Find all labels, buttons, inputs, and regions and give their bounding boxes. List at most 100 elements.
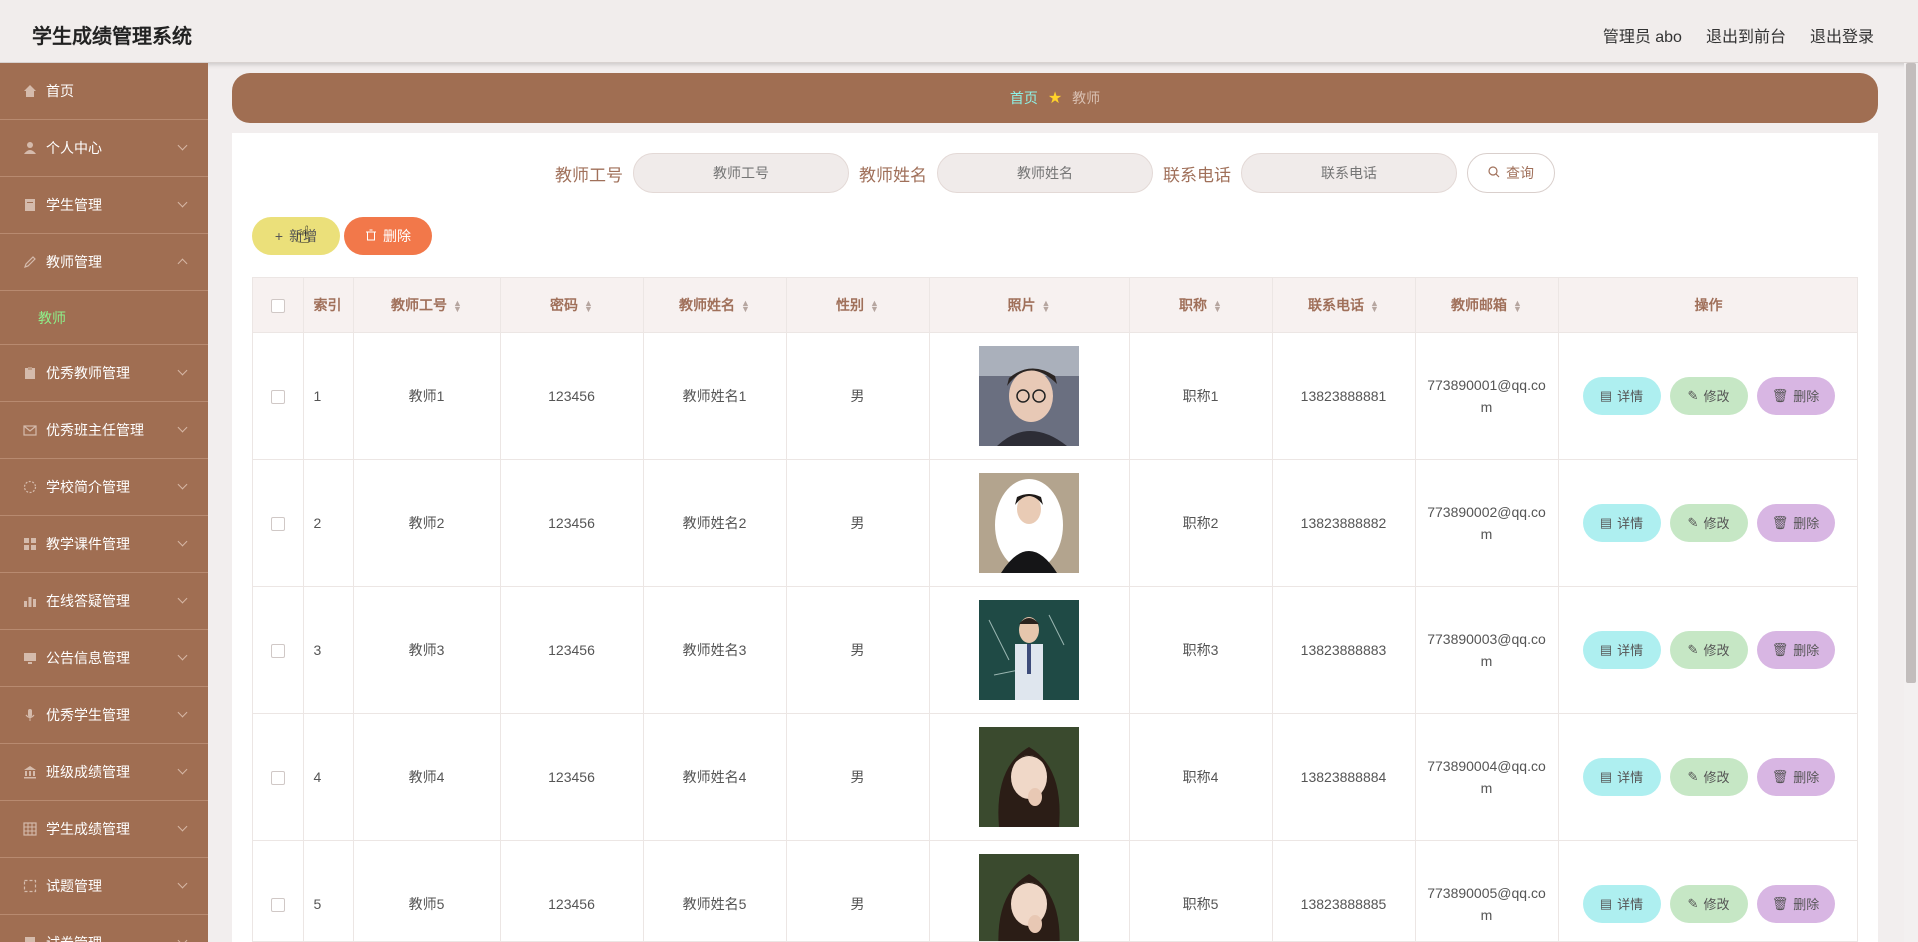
cell-teacher-name: 教师姓名5 — [643, 840, 787, 941]
cell-photo — [929, 713, 1130, 841]
cell-gender: 男 — [786, 586, 930, 714]
phone-input[interactable] — [1241, 153, 1457, 193]
batch-delete-button[interactable]: 删除 — [344, 217, 432, 255]
star-icon: ★ — [1047, 90, 1063, 107]
sidebar-item-class-scores[interactable]: 班级成绩管理 — [0, 744, 208, 801]
logout-link[interactable]: 退出登录 — [1810, 23, 1874, 47]
teacher-photo[interactable] — [979, 853, 1079, 941]
sidebar-item-label: 公告信息管理 — [46, 650, 130, 666]
edit-icon: ✎ — [1687, 641, 1699, 657]
cell-phone: 13823888881 — [1272, 332, 1416, 460]
edit-button[interactable]: ✎ 修改 — [1669, 503, 1748, 542]
row-delete-button[interactable]: 🗑 删除 — [1756, 630, 1835, 669]
sidebar-item-online-qa[interactable]: 在线答疑管理 — [0, 573, 208, 630]
row-checkbox[interactable] — [270, 770, 285, 785]
chevron-down-icon — [177, 140, 188, 151]
search-button[interactable]: 查询 — [1467, 153, 1555, 193]
sidebar-item-excellent-teachers[interactable]: 优秀教师管理 — [0, 345, 208, 402]
teacher-name-input[interactable] — [937, 153, 1153, 193]
sidebar-item-questions[interactable]: 试题管理 — [0, 858, 208, 915]
sidebar-item-courseware[interactable]: 教学课件管理 — [0, 516, 208, 573]
column-header-gender[interactable]: 性别 ▲ ▼ — [786, 278, 930, 333]
cell-phone: 13823888883 — [1272, 586, 1416, 714]
sidebar-item-excellent-headteachers[interactable]: 优秀班主任管理 — [0, 402, 208, 459]
breadcrumb-home[interactable]: 首页 — [1010, 88, 1038, 108]
cell-index: 4 — [303, 713, 354, 841]
sort-icon[interactable]: ▲ ▼ — [1042, 299, 1051, 314]
sort-icon[interactable]: ▲ ▼ — [741, 299, 750, 314]
sort-icon[interactable]: ▲ ▼ — [453, 299, 462, 314]
detail-button-label: 详情 — [1617, 389, 1644, 404]
sort-icon[interactable]: ▲ ▼ — [584, 299, 593, 314]
sidebar-item-announcements[interactable]: 公告信息管理 — [0, 630, 208, 687]
column-header-password[interactable]: 密码 ▲ ▼ — [500, 278, 644, 333]
column-header-teacher-id[interactable]: 教师工号 ▲ ▼ — [353, 278, 501, 333]
sidebar-item-home[interactable]: 首页 — [0, 63, 208, 120]
chevron-down-icon — [177, 821, 188, 832]
select-all-header[interactable] — [253, 278, 304, 333]
detail-button[interactable]: ▤ 详情 — [1582, 503, 1661, 542]
page-scrollbar-thumb[interactable] — [1906, 63, 1916, 683]
column-header-phone[interactable]: 联系电话 ▲ ▼ — [1272, 278, 1416, 333]
sort-icon[interactable]: ▲ ▼ — [1370, 299, 1379, 314]
row-checkbox[interactable] — [270, 643, 285, 658]
edit-button[interactable]: ✎ 修改 — [1669, 757, 1748, 796]
document-icon: ▤ — [1599, 387, 1613, 403]
table-row: 3 教师3 123456 教师姓名3 男 职称3 13823888883 773… — [253, 586, 1857, 714]
column-header-photo[interactable]: 照片 ▲ ▼ — [929, 278, 1130, 333]
row-delete-button-label: 删除 — [1793, 389, 1820, 404]
mic-icon — [22, 707, 38, 723]
sidebar-item-personal[interactable]: 个人中心 — [0, 120, 208, 177]
sidebar-item-exam-papers[interactable]: 试卷管理 — [0, 915, 208, 942]
document-icon: ▤ — [1599, 768, 1613, 784]
teacher-photo[interactable] — [979, 345, 1079, 446]
sort-icon[interactable]: ▲ ▼ — [1513, 299, 1522, 314]
row-select-cell — [253, 459, 304, 587]
select-all-checkbox[interactable] — [270, 298, 285, 313]
document-icon: ▤ — [1599, 641, 1613, 657]
sidebar-item-teachers[interactable]: 教师管理 — [0, 234, 208, 291]
column-header-label: 联系电话 — [1308, 296, 1365, 313]
teacher-photo[interactable] — [979, 472, 1079, 573]
edit-button[interactable]: ✎ 修改 — [1669, 630, 1748, 669]
chevron-down-icon — [177, 650, 188, 661]
sort-icon[interactable]: ▲ ▼ — [1213, 299, 1222, 314]
edit-button[interactable]: ✎ 修改 — [1669, 884, 1748, 923]
teacher-photo[interactable] — [979, 726, 1079, 827]
home-icon — [22, 83, 38, 99]
column-header-label: 教师邮箱 — [1451, 296, 1508, 313]
detail-button[interactable]: ▤ 详情 — [1582, 376, 1661, 415]
cell-title: 职称1 — [1129, 332, 1273, 460]
teacher-photo[interactable] — [979, 599, 1079, 700]
teacher-id-input[interactable] — [633, 153, 849, 193]
sidebar-subitem-teacher[interactable]: 教师 — [0, 291, 208, 345]
exit-to-front-link[interactable]: 退出到前台 — [1706, 23, 1786, 47]
cell-gender: 男 — [786, 713, 930, 841]
cell-index: 2 — [303, 459, 354, 587]
row-delete-button[interactable]: 🗑 删除 — [1756, 757, 1835, 796]
row-delete-button[interactable]: 🗑 删除 — [1756, 376, 1835, 415]
detail-button[interactable]: ▤ 详情 — [1582, 884, 1661, 923]
column-header-email[interactable]: 教师邮箱 ▲ ▼ — [1415, 278, 1559, 333]
sort-icon[interactable]: ▲ ▼ — [870, 299, 879, 314]
detail-button[interactable]: ▤ 详情 — [1582, 630, 1661, 669]
row-checkbox[interactable] — [270, 897, 285, 912]
row-checkbox[interactable] — [270, 389, 285, 404]
row-delete-button[interactable]: 🗑 删除 — [1756, 503, 1835, 542]
column-header-title[interactable]: 职称 ▲ ▼ — [1129, 278, 1273, 333]
sidebar-item-student-scores[interactable]: 学生成绩管理 — [0, 801, 208, 858]
cell-actions: ▤ 详情 ✎ 修改 🗑 删除 — [1558, 840, 1857, 941]
sidebar-item-excellent-students[interactable]: 优秀学生管理 — [0, 687, 208, 744]
row-checkbox[interactable] — [270, 516, 285, 531]
cell-password: 123456 — [500, 332, 644, 460]
frame-icon — [22, 878, 38, 894]
detail-button[interactable]: ▤ 详情 — [1582, 757, 1661, 796]
sidebar-item-students[interactable]: 学生管理 — [0, 177, 208, 234]
sidebar-item-school-intro[interactable]: 学校简介管理 — [0, 459, 208, 516]
row-select-cell — [253, 586, 304, 714]
row-delete-button[interactable]: 🗑 删除 — [1756, 884, 1835, 923]
column-header-teacher-name[interactable]: 教师姓名 ▲ ▼ — [643, 278, 787, 333]
cell-teacher-name: 教师姓名2 — [643, 459, 787, 587]
edit-button[interactable]: ✎ 修改 — [1669, 376, 1748, 415]
email-text: 773890005@qq.com — [1427, 884, 1546, 923]
